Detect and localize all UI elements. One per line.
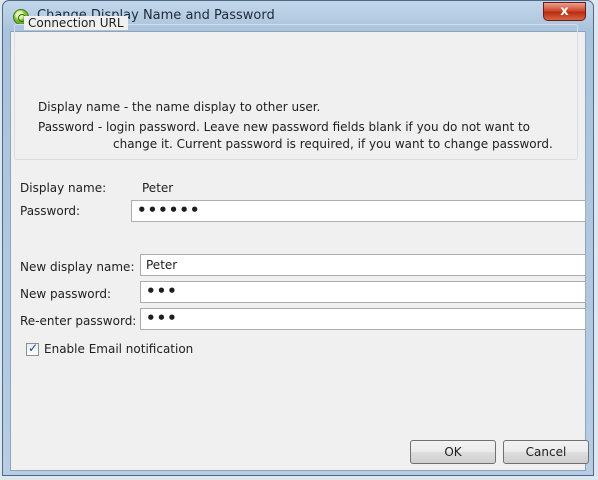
new-display-name-label: New display name: — [20, 260, 135, 274]
email-notification-label[interactable]: Enable Email notification — [44, 342, 193, 356]
new-password-label: New password: — [20, 287, 112, 301]
reenter-password-field[interactable]: ••• — [140, 308, 586, 330]
close-button[interactable]: x — [543, 2, 586, 21]
ok-button[interactable]: OK — [410, 440, 496, 464]
new-display-name-field[interactable]: Peter — [140, 254, 586, 276]
display-name-label: Display name: — [20, 181, 107, 195]
email-notification-checkbox[interactable]: ✓ — [26, 341, 39, 356]
display-name-value: Peter — [142, 181, 174, 195]
connection-url-title: Connection URL — [24, 16, 128, 30]
password-help-line2: change it. Current password is required,… — [113, 137, 553, 151]
new-password-field[interactable]: ••• — [140, 281, 586, 303]
reenter-password-label: Re-enter password: — [20, 314, 137, 328]
display-name-help: Display name - the name display to other… — [38, 100, 321, 114]
checkmark-icon: ✓ — [28, 341, 39, 355]
password-field[interactable]: •••••• — [131, 200, 586, 222]
cancel-button[interactable]: Cancel — [503, 440, 589, 464]
password-help-line1: Password - login password. Leave new pas… — [38, 120, 531, 134]
password-label: Password: — [20, 204, 81, 218]
close-icon: x — [560, 4, 569, 19]
